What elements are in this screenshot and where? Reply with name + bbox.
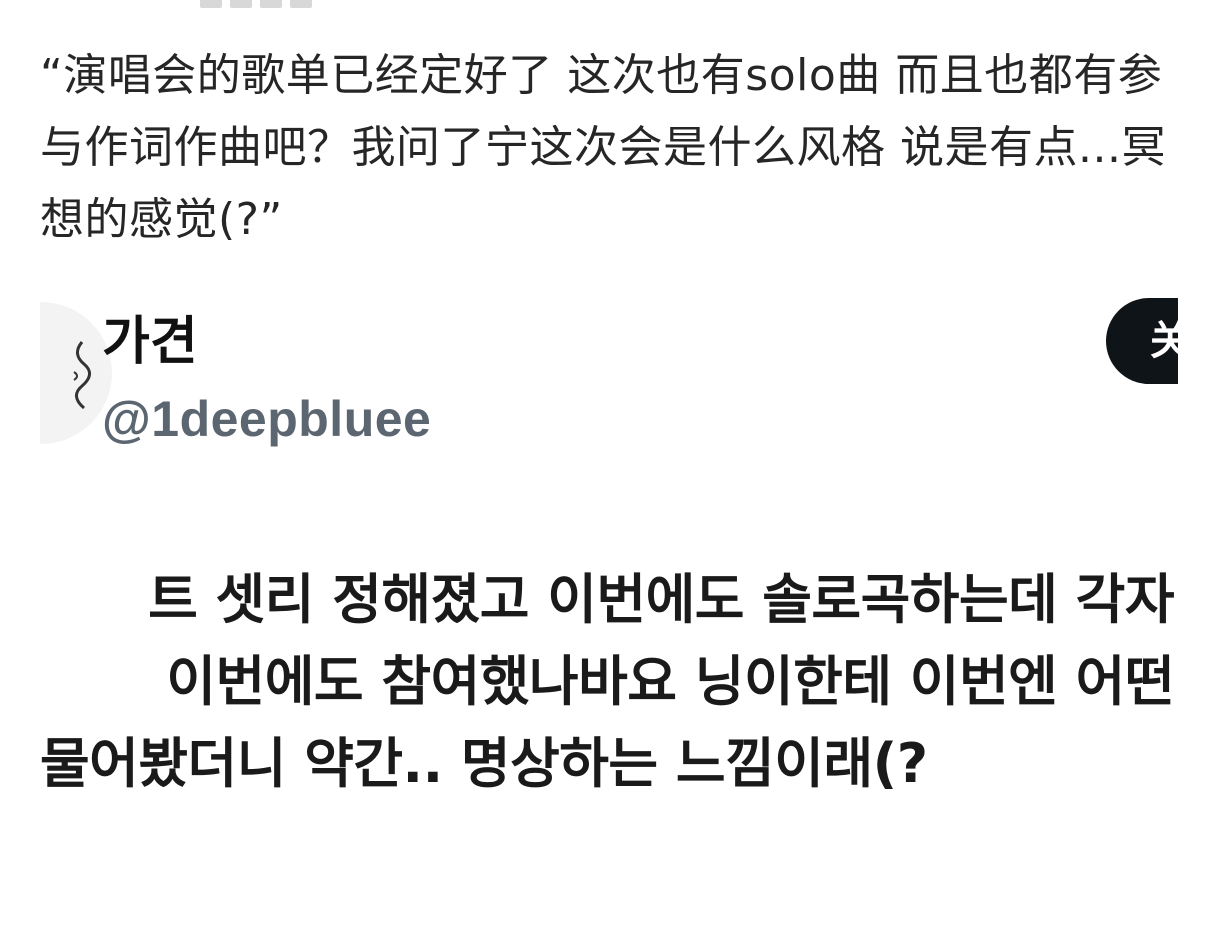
user-handle[interactable]: @1deepbluee: [102, 388, 431, 450]
cropped-glyph: [290, 0, 312, 8]
tweet-line: 이번에도 참여했나바요 닝이한테 이번엔 어떤: [166, 650, 1174, 713]
embedded-tweet-screenshot: 가견 @1deepbluee 关 트 셋리 정해졌고 이번에도 솔로곡하는데 각…: [40, 292, 1178, 948]
cropped-previous-line: [200, 0, 360, 10]
follow-button[interactable]: 关: [1106, 298, 1178, 384]
cropped-glyph: [200, 0, 222, 8]
cropped-glyph: [230, 0, 252, 8]
tweet-line: 트 셋리 정해졌고 이번에도 솔로곡하는데 각자: [148, 568, 1174, 631]
post-caption: “演唱会的歌单已经定好了 这次也有solo曲 而且也都有参与作词作曲吧？我问了宁…: [40, 50, 1166, 245]
tweet-line: 물어봤더니 약간.. 명상하는 느낌이래(?: [40, 732, 928, 795]
display-name: 가견: [102, 312, 198, 372]
cropped-glyph: [260, 0, 282, 8]
